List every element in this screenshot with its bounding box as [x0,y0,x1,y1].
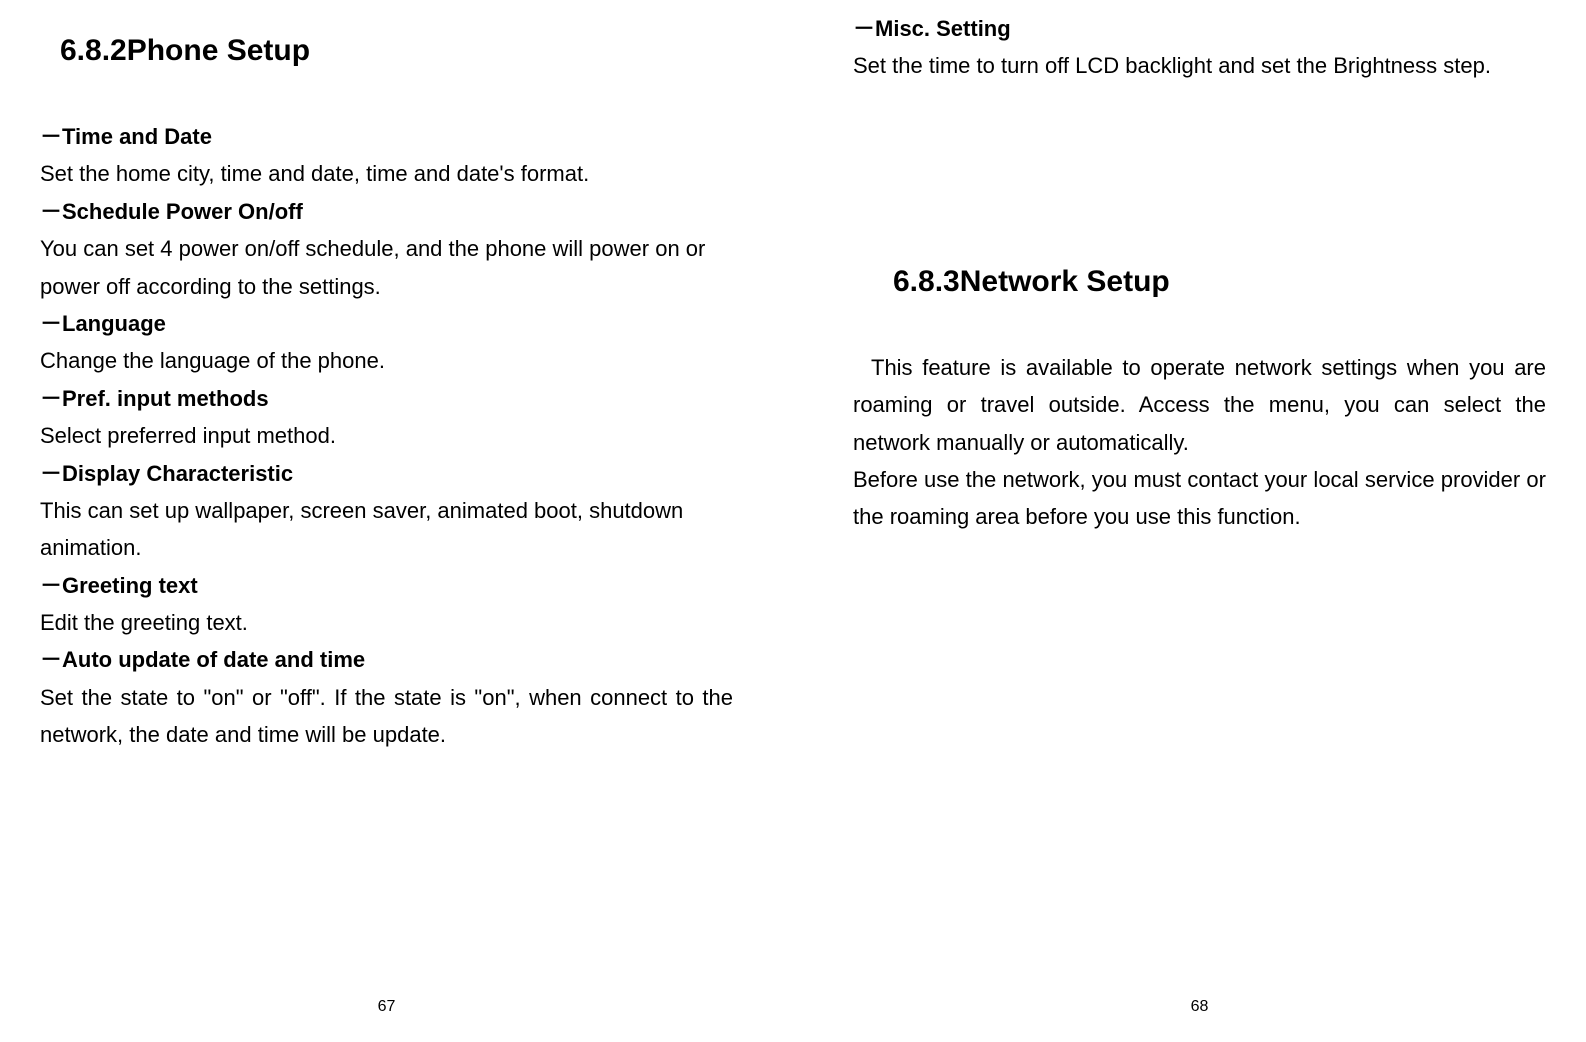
page-left: 6.8.2Phone Setup －Time and Date Set the … [0,0,793,1042]
page-right-content: －Misc. Setting Set the time to turn off … [853,10,1546,998]
page-number-left: 67 [40,998,733,1022]
item-heading: －Display Characteristic [40,455,733,492]
item-heading: －Time and Date [40,118,733,155]
item-heading: －Schedule Power On/off [40,193,733,230]
section-title-phone-setup: 6.8.2Phone Setup [60,34,733,68]
item-heading: －Pref. input methods [40,380,733,417]
item-body: Change the language of the phone. [40,342,733,379]
item-body: Set the state to "on" or "off". If the s… [40,679,733,754]
item-heading: －Language [40,305,733,342]
item-time-and-date: －Time and Date Set the home city, time a… [40,118,733,193]
item-body: You can set 4 power on/off schedule, and… [40,230,733,305]
item-body: Select preferred input method. [40,417,733,454]
item-display-characteristic: －Display Characteristic This can set up … [40,455,733,567]
page-left-content: 6.8.2Phone Setup －Time and Date Set the … [40,20,733,998]
network-para-2: Before use the network, you must contact… [853,461,1546,536]
item-body: Edit the greeting text. [40,604,733,641]
network-para-1: This feature is available to operate net… [853,349,1546,461]
item-heading: －Greeting text [40,567,733,604]
item-pref-input: －Pref. input methods Select preferred in… [40,380,733,455]
item-misc-setting: －Misc. Setting Set the time to turn off … [853,10,1546,85]
item-auto-update: －Auto update of date and time Set the st… [40,641,733,753]
item-language: －Language Change the language of the pho… [40,305,733,380]
page-right: －Misc. Setting Set the time to turn off … [793,0,1586,1042]
item-schedule-power: －Schedule Power On/off You can set 4 pow… [40,193,733,305]
item-greeting-text: －Greeting text Edit the greeting text. [40,567,733,642]
item-heading: －Misc. Setting [853,10,1546,47]
item-body: Set the time to turn off LCD backlight a… [853,47,1546,84]
page-number-right: 68 [853,998,1546,1022]
item-body: This can set up wallpaper, screen saver,… [40,492,733,567]
item-body: Set the home city, time and date, time a… [40,155,733,192]
item-heading: －Auto update of date and time [40,641,733,678]
section-title-network-setup: 6.8.3Network Setup [893,265,1546,299]
